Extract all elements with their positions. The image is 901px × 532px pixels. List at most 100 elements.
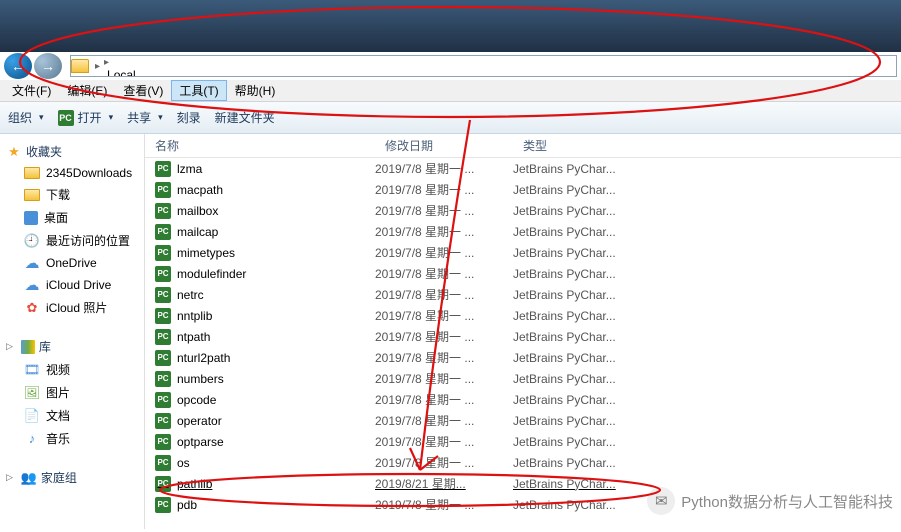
table-row[interactable]: PCnntplib2019/7/8 星期一 ...JetBrains PyCha…: [145, 305, 901, 326]
breadcrumb-item[interactable]: Local: [102, 68, 191, 78]
cloud-icon: ☁: [24, 255, 40, 271]
file-type: JetBrains PyChar...: [513, 309, 901, 323]
wechat-icon: ✉: [647, 487, 675, 515]
picture-icon: 🖼: [24, 385, 40, 401]
watermark: ✉ Python数据分析与人工智能科技: [647, 487, 893, 515]
pycharm-file-icon: PC: [155, 497, 171, 513]
menubar: 文件(F) 编辑(E) 查看(V) 工具(T) 帮助(H): [0, 80, 901, 102]
file-date: 2019/7/8 星期一 ...: [375, 433, 513, 450]
file-type: JetBrains PyChar...: [513, 225, 901, 239]
table-row[interactable]: PCmailcap2019/7/8 星期一 ...JetBrains PyCha…: [145, 221, 901, 242]
file-type: JetBrains PyChar...: [513, 456, 901, 470]
sidebar: ★收藏夹 2345Downloads 下载 桌面 🕘最近访问的位置 ☁OneDr…: [0, 134, 145, 529]
table-row[interactable]: PC os 2019/7/8 星期一 ...JetBrains PyChar...: [145, 452, 901, 473]
music-icon: ♪: [24, 431, 40, 447]
sidebar-item-desktop[interactable]: 桌面: [6, 206, 144, 229]
table-row[interactable]: PCnumbers2019/7/8 星期一 ...JetBrains PyCha…: [145, 368, 901, 389]
file-name: nturl2path: [177, 351, 230, 365]
file-type: JetBrains PyChar...: [513, 183, 901, 197]
file-name: netrc: [177, 288, 204, 302]
sidebar-item-music[interactable]: ♪音乐: [6, 427, 144, 450]
table-row[interactable]: PCntpath2019/7/8 星期一 ...JetBrains PyChar…: [145, 326, 901, 347]
file-type: JetBrains PyChar...: [513, 435, 901, 449]
nav-forward-button[interactable]: →: [34, 53, 62, 79]
sidebar-item-onedrive[interactable]: ☁OneDrive: [6, 252, 144, 274]
window-titlebar: [0, 0, 901, 52]
file-name: mailcap: [177, 225, 218, 239]
table-row[interactable]: PCmacpath2019/7/8 星期一 ...JetBrains PyCha…: [145, 179, 901, 200]
homegroup-icon: 👥: [21, 470, 37, 486]
sidebar-homegroup-header[interactable]: ▷👥家庭组: [6, 466, 144, 489]
file-type: JetBrains PyChar...: [513, 372, 901, 386]
toolbar-organize[interactable]: 组织: [8, 109, 44, 126]
sidebar-item-icloud-drive[interactable]: ☁iCloud Drive: [6, 274, 144, 296]
column-name[interactable]: 名称: [145, 137, 375, 154]
toolbar-open[interactable]: PC打开: [58, 109, 114, 126]
file-date: 2019/7/8 星期一 ...: [375, 223, 513, 240]
nav-back-button[interactable]: ←: [4, 53, 32, 79]
sidebar-item-pictures[interactable]: 🖼图片: [6, 381, 144, 404]
pycharm-file-icon: PC: [155, 329, 171, 345]
file-name: opcode: [177, 393, 216, 407]
table-row[interactable]: PCmimetypes2019/7/8 星期一 ...JetBrains PyC…: [145, 242, 901, 263]
pycharm-file-icon: PC: [155, 455, 171, 471]
table-row[interactable]: PC opcode 2019/7/8 星期一 ...JetBrains PyChar…: [145, 389, 901, 410]
cloud-icon: ☁: [24, 277, 40, 293]
column-date[interactable]: 修改日期: [375, 137, 513, 154]
pycharm-file-icon: PC: [155, 203, 171, 219]
chevron-right-icon: ▸: [93, 61, 102, 72]
file-name: lzma: [177, 162, 202, 176]
column-type[interactable]: 类型: [513, 137, 901, 154]
file-date: 2019/7/8 星期一 ...: [375, 454, 513, 471]
file-date: 2019/7/8 星期一 ...: [375, 391, 513, 408]
menu-view[interactable]: 查看(V): [115, 80, 171, 101]
table-row[interactable]: PCmailbox2019/7/8 星期一 ...JetBrains PyCha…: [145, 200, 901, 221]
menu-file[interactable]: 文件(F): [4, 80, 59, 101]
file-type: JetBrains PyChar...: [513, 393, 901, 407]
toolbar-share[interactable]: 共享: [127, 109, 163, 126]
sidebar-favorites-header[interactable]: ★收藏夹: [6, 140, 144, 163]
file-name: modulefinder: [177, 267, 246, 281]
pycharm-file-icon: PC: [155, 434, 171, 450]
file-type: JetBrains PyChar...: [513, 204, 901, 218]
table-row[interactable]: PCmodulefinder2019/7/8 星期一 ...JetBrains …: [145, 263, 901, 284]
sidebar-item-downloads[interactable]: 下载: [6, 183, 144, 206]
breadcrumb[interactable]: ▸ 计算机▸Windows7 (C:)▸Users▸Administrator▸…: [70, 55, 897, 77]
file-name: operator: [177, 414, 222, 428]
file-type: JetBrains PyChar...: [513, 162, 901, 176]
table-row[interactable]: PCnturl2path2019/7/8 星期一 ...JetBrains Py…: [145, 347, 901, 368]
menu-edit[interactable]: 编辑(E): [59, 80, 115, 101]
pycharm-file-icon: PC: [155, 392, 171, 408]
sidebar-item-icloud-photos[interactable]: ✿iCloud 照片: [6, 296, 144, 319]
file-name: os: [177, 456, 190, 470]
chevron-right-icon[interactable]: ▸: [102, 57, 111, 68]
file-name: nntplib: [177, 309, 212, 323]
folder-icon: [24, 189, 40, 201]
menu-tool[interactable]: 工具(T): [171, 80, 226, 101]
file-name: pathlib: [177, 477, 212, 491]
sidebar-item-video[interactable]: 🎞视频: [6, 358, 144, 381]
file-type: JetBrains PyChar...: [513, 414, 901, 428]
file-date: 2019/7/8 星期一 ...: [375, 412, 513, 429]
toolbar-newfolder[interactable]: 新建文件夹: [215, 109, 275, 126]
file-type: JetBrains PyChar...: [513, 330, 901, 344]
file-date: 2019/7/8 星期一 ...: [375, 286, 513, 303]
sidebar-library-header[interactable]: ▷库: [6, 335, 144, 358]
sidebar-item-documents[interactable]: 📄文档: [6, 404, 144, 427]
document-icon: 📄: [24, 408, 40, 424]
sidebar-item-recent[interactable]: 🕘最近访问的位置: [6, 229, 144, 252]
library-icon: [21, 340, 35, 354]
toolbar-burn[interactable]: 刻录: [177, 109, 201, 126]
file-name: macpath: [177, 183, 223, 197]
table-row[interactable]: PCoperator2019/7/8 星期一 ...JetBrains PyCh…: [145, 410, 901, 431]
table-row[interactable]: PCoptparse2019/7/8 星期一 ...JetBrains PyCh…: [145, 431, 901, 452]
folder-icon: [71, 59, 89, 73]
sidebar-item-2345downloads[interactable]: 2345Downloads: [6, 163, 144, 183]
menu-help[interactable]: 帮助(H): [227, 80, 284, 101]
file-type: JetBrains PyChar...: [513, 267, 901, 281]
file-date: 2019/7/8 星期一 ...: [375, 370, 513, 387]
file-name: mailbox: [177, 204, 218, 218]
table-row[interactable]: PCnetrc2019/7/8 星期一 ...JetBrains PyChar.…: [145, 284, 901, 305]
table-row[interactable]: PClzma2019/7/8 星期一 ...JetBrains PyChar..…: [145, 158, 901, 179]
pycharm-file-icon: PC: [155, 161, 171, 177]
